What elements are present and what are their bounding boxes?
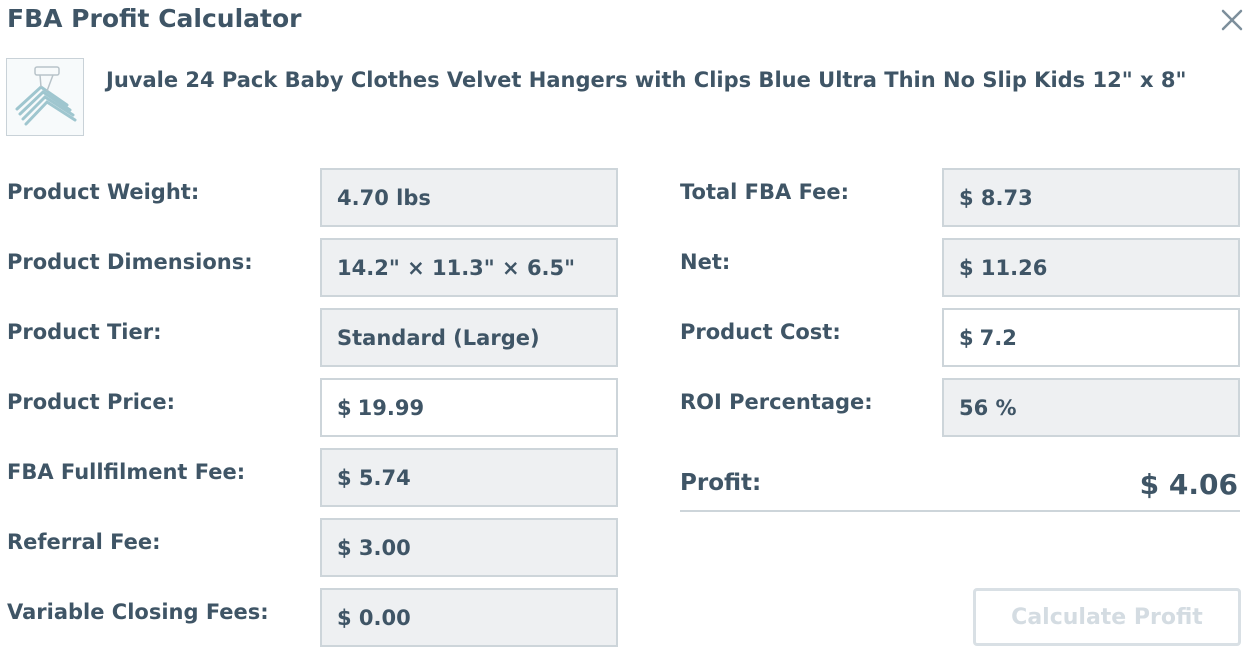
product-cost-field[interactable]: $ bbox=[942, 308, 1240, 367]
product-thumbnail bbox=[6, 58, 84, 136]
product-header: Juvale 24 Pack Baby Clothes Velvet Hange… bbox=[6, 58, 1240, 138]
profit-summary: Profit: $ 4.06 bbox=[680, 468, 1240, 512]
close-button[interactable] bbox=[1218, 6, 1246, 34]
close-icon bbox=[1221, 9, 1243, 31]
roi-percentage-field: 56 % bbox=[942, 378, 1240, 437]
variable-closing-fees-label: Variable Closing Fees: bbox=[7, 600, 269, 624]
fba-fulfilment-fee-label: FBA Fullfilment Fee: bbox=[7, 460, 246, 484]
referral-fee-field: $ 3.00 bbox=[320, 518, 618, 577]
currency-symbol: $ bbox=[959, 326, 974, 350]
row-fba-fulfilment-fee: FBA Fullfilment Fee: $ 5.74 bbox=[0, 448, 625, 508]
variable-closing-fees-field: $ 0.00 bbox=[320, 588, 618, 647]
product-cost-label: Product Cost: bbox=[680, 320, 841, 344]
net-label: Net: bbox=[680, 250, 731, 274]
row-referral-fee: Referral Fee: $ 3.00 bbox=[0, 518, 625, 578]
net-field: $ 11.26 bbox=[942, 238, 1240, 297]
fba-fulfilment-fee-field: $ 5.74 bbox=[320, 448, 618, 507]
row-net: Net: $ 11.26 bbox=[0, 238, 1245, 298]
calculate-profit-button[interactable]: Calculate Profit bbox=[973, 588, 1241, 646]
profit-value: $ 4.06 bbox=[1139, 468, 1238, 501]
total-fba-fee-label: Total FBA Fee: bbox=[680, 180, 849, 204]
hanger-product-image bbox=[15, 66, 77, 126]
roi-percentage-label: ROI Percentage: bbox=[680, 390, 873, 414]
row-total-fba-fee: Total FBA Fee: $ 8.73 bbox=[0, 168, 1245, 228]
page-title: FBA Profit Calculator bbox=[7, 4, 302, 33]
product-name[interactable]: Juvale 24 Pack Baby Clothes Velvet Hange… bbox=[106, 68, 1186, 92]
referral-fee-label: Referral Fee: bbox=[7, 530, 161, 554]
row-roi-percentage: ROI Percentage: 56 % bbox=[0, 378, 1245, 438]
row-variable-closing-fees: Variable Closing Fees: $ 0.00 bbox=[0, 588, 625, 648]
profit-label: Profit: bbox=[680, 470, 762, 496]
row-product-cost: Product Cost: $ bbox=[0, 308, 1245, 368]
total-fba-fee-field: $ 8.73 bbox=[942, 168, 1240, 227]
product-cost-input[interactable] bbox=[979, 326, 1200, 350]
